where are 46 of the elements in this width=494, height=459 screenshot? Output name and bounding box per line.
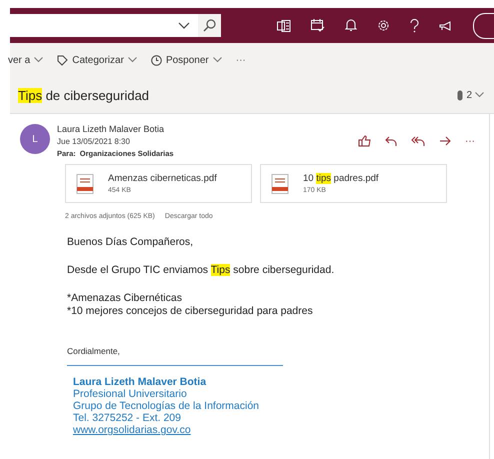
signature-line: Grupo de Tecnologías de la Información (73, 400, 260, 412)
toolbar-button[interactable]: Posponer (150, 54, 222, 66)
body-paragraph: Desde el Grupo TIC enviamos Tips sobre ciberseguridad. (67, 264, 336, 277)
calendar-icon[interactable] (311, 19, 325, 32)
sender-avatar: L (20, 124, 50, 154)
search-button[interactable] (198, 14, 221, 37)
more-button[interactable]: ··· (236, 54, 246, 66)
forward-icon[interactable] (439, 136, 451, 146)
reply-icon[interactable] (385, 136, 397, 146)
megaphone-icon[interactable] (439, 20, 453, 32)
chevron-down-icon (34, 57, 44, 63)
signature-name: Laura Lizeth Malaver Botia (73, 376, 208, 388)
reply-all-icon[interactable] (411, 136, 425, 146)
list-item: *10 mejores concejos de ciberseguridad para padres (67, 305, 314, 318)
subject-title: Tips de ciberseguridad (18, 88, 150, 102)
attachment-count-button[interactable]: 2 (457, 90, 484, 100)
body-paragraph: Buenos Días Compañeros, (67, 236, 194, 249)
attachment-name: 10 tips padres.pdf (303, 173, 379, 184)
closing-text: Cordialmente, (67, 345, 283, 366)
search-field[interactable] (10, 14, 221, 37)
chevron-down-icon (212, 57, 222, 63)
search-icon (203, 19, 216, 32)
toolbar-button[interactable]: Categorizar (57, 54, 137, 66)
attachment-name: Amenzas ciberneticas.pdf (108, 173, 217, 184)
tag-icon (57, 54, 68, 66)
website-link[interactable]: www.orgsolidarias.gov.co (73, 424, 489, 436)
sender-name: Laura Lizeth Malaver Botia (57, 124, 166, 134)
chevron-down-icon (475, 92, 484, 98)
app-icon[interactable] (277, 20, 291, 32)
pdf-file-icon (76, 174, 94, 194)
like-icon[interactable] (358, 135, 371, 147)
message-date: Jue 13/05/2021 8:30 (57, 137, 131, 146)
chevron-down-icon[interactable] (178, 22, 190, 30)
list-item: *Amenazas Cibernéticas (67, 292, 183, 305)
settings-icon[interactable] (377, 19, 390, 32)
pdf-file-icon (271, 174, 289, 194)
chevron-down-icon (128, 57, 137, 63)
signature-line: Tel. 3275252 - Ext. 209 (73, 412, 182, 424)
clock-icon (150, 54, 162, 66)
signature-line: Profesional Universitario (73, 388, 188, 400)
paperclip-icon (457, 90, 464, 100)
more-button[interactable]: ··· (465, 136, 475, 146)
account-avatar[interactable] (473, 12, 494, 38)
bell-icon[interactable] (345, 19, 357, 32)
help-icon[interactable] (410, 18, 419, 32)
toolbar-button[interactable]: ver a (8, 54, 44, 66)
